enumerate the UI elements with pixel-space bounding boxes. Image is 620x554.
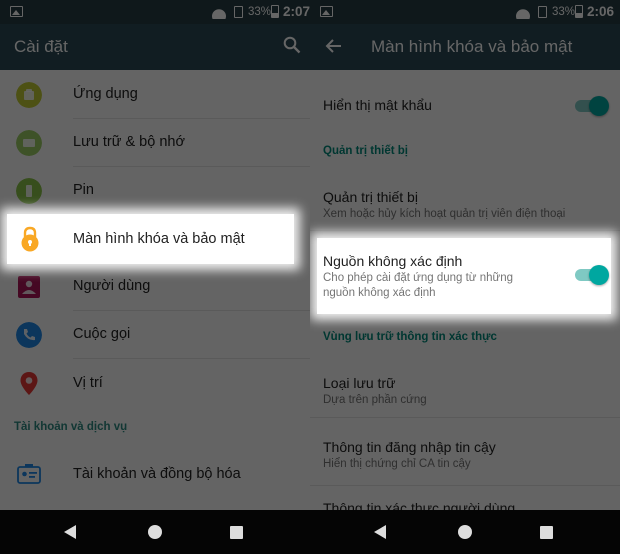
status-bar: 33% 2:07	[0, 0, 310, 24]
settings-item-label: Pin	[73, 182, 94, 198]
unknown-sources-subtitle: Cho phép cài đặt ứng dụng từ những nguồn…	[323, 272, 513, 299]
app-bar: Cài đặt	[0, 24, 310, 70]
image-notification-icon	[320, 6, 333, 17]
show-password-toggle[interactable]	[575, 95, 609, 116]
sim-icon	[538, 6, 547, 18]
settings-item-label: Lưu trữ & bộ nhớ	[73, 134, 185, 150]
show-password-row[interactable]: Hiển thị mật khẩu	[310, 70, 620, 140]
highlight-unknown-sources[interactable]: Nguồn không xác định Cho phép cài đặt ứn…	[317, 238, 611, 314]
clock: 2:06	[587, 4, 615, 19]
settings-item-location[interactable]: Vị trí	[0, 359, 310, 409]
settings-item-apps[interactable]: Ứng dụng	[0, 70, 310, 119]
wifi-icon	[516, 5, 530, 19]
battery-percent: 33%	[248, 6, 272, 18]
device-admin-title: Quản trị thiết bị	[323, 189, 418, 205]
search-icon[interactable]	[283, 36, 301, 54]
settings-item-calls[interactable]: Cuộc gọi	[0, 311, 310, 359]
users-icon	[18, 276, 40, 298]
home-nav-icon[interactable]	[148, 525, 162, 539]
trusted-credentials-row[interactable]: Thông tin đăng nhập tin cậy Hiển thị chứ…	[310, 418, 620, 486]
settings-item-accounts-sync[interactable]: Tài khoản và đồng bộ hóa	[0, 451, 310, 499]
apps-icon	[16, 82, 42, 108]
section-header-accounts: Tài khoản và dịch vụ	[14, 421, 128, 433]
page-title: Cài đặt	[14, 37, 68, 56]
back-nav-icon[interactable]	[374, 525, 386, 539]
settings-item-users[interactable]: Người dùng	[0, 263, 310, 311]
back-arrow-icon[interactable]	[324, 36, 344, 56]
settings-item-label: Ứng dụng	[73, 86, 138, 102]
recents-nav-icon[interactable]	[230, 526, 243, 539]
navigation-bar	[310, 510, 620, 554]
wifi-icon	[212, 5, 226, 19]
navigation-bar	[0, 510, 310, 554]
trusted-credentials-title: Thông tin đăng nhập tin cậy	[323, 439, 496, 455]
storage-icon	[16, 130, 42, 156]
battery-percent: 33%	[552, 6, 576, 18]
trusted-credentials-subtitle: Hiển thị chứng chỉ CA tin cậy	[323, 458, 471, 470]
show-password-label: Hiển thị mật khẩu	[323, 97, 432, 113]
phone-icon	[16, 322, 42, 348]
settings-item-label: Cuộc gọi	[73, 326, 131, 342]
section-header-device-admin: Quản trị thiết bị	[323, 145, 408, 157]
lock-icon	[21, 226, 39, 252]
highlight-lock-security[interactable]: Màn hình khóa và bảo mật	[7, 214, 294, 264]
account-card-icon	[17, 464, 41, 484]
settings-item-label: Vị trí	[73, 375, 103, 391]
toggle-thumb	[589, 265, 609, 285]
lock-security-screen: 33% 2:06 Màn hình khóa và bảo mật Hiển t…	[310, 0, 620, 554]
device-admin-subtitle: Xem hoặc hủy kích hoạt quản trị viên điệ…	[323, 208, 566, 220]
recents-nav-icon[interactable]	[540, 526, 553, 539]
app-bar: Màn hình khóa và bảo mật	[310, 24, 620, 70]
battery-icon	[271, 5, 279, 18]
battery-icon	[575, 5, 583, 18]
storage-type-row[interactable]: Loại lưu trữ Dựa trên phần cứng	[310, 358, 620, 418]
device-admin-row[interactable]: Quản trị thiết bị Xem hoặc hủy kích hoạt…	[310, 171, 620, 231]
unknown-sources-title: Nguồn không xác định	[323, 253, 463, 269]
settings-item-label: Tài khoản và đồng bộ hóa	[73, 466, 241, 482]
back-nav-icon[interactable]	[64, 525, 76, 539]
unknown-sources-toggle[interactable]	[575, 264, 609, 285]
settings-screen: 33% 2:07 Cài đặt Ứng dụng Lưu trữ & bộ n…	[0, 0, 310, 554]
storage-type-title: Loại lưu trữ	[323, 375, 396, 391]
home-nav-icon[interactable]	[458, 525, 472, 539]
settings-item-label: Người dùng	[73, 278, 151, 294]
settings-item-storage[interactable]: Lưu trữ & bộ nhớ	[0, 119, 310, 167]
section-header-credential-storage: Vùng lưu trữ thông tin xác thực	[323, 331, 497, 343]
storage-type-subtitle: Dựa trên phần cứng	[323, 394, 427, 406]
image-notification-icon	[10, 6, 23, 17]
page-title: Màn hình khóa và bảo mật	[371, 37, 573, 56]
toggle-thumb	[589, 96, 609, 116]
sim-icon	[234, 6, 243, 18]
settings-item-label: Màn hình khóa và bảo mật	[73, 231, 245, 247]
battery-icon	[16, 178, 42, 204]
settings-item-battery[interactable]: Pin	[0, 167, 310, 215]
status-bar: 33% 2:06	[310, 0, 620, 24]
clock: 2:07	[283, 4, 310, 19]
location-icon	[20, 372, 38, 395]
